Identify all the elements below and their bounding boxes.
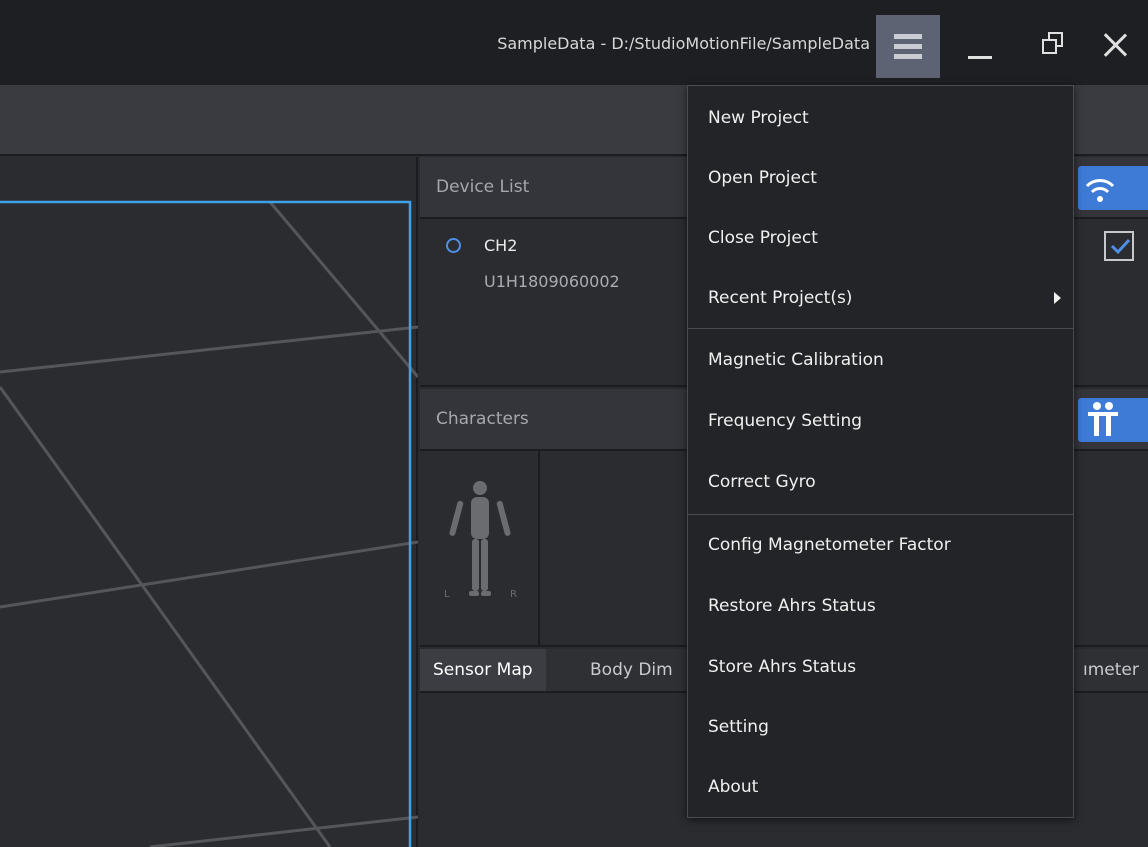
characters-icon — [1088, 402, 1118, 436]
window-title: SampleData - D:/StudioMotionFile/SampleD… — [497, 34, 870, 53]
menu-item-magnetic-calibration[interactable]: Magnetic Calibration — [688, 330, 1073, 390]
tab-magnetometer[interactable]: ımeter — [1070, 649, 1148, 691]
minimize-icon — [968, 56, 992, 59]
menu-item-setting[interactable]: Setting — [688, 697, 1073, 757]
title-bar: SampleData - D:/StudioMotionFile/SampleD… — [0, 0, 1148, 85]
tab-body-dimension[interactable]: Body Dim — [577, 649, 686, 691]
device-list-title: Device List — [436, 177, 530, 197]
menu-item-frequency-setting[interactable]: Frequency Setting — [688, 391, 1073, 451]
checkmark-icon — [1110, 238, 1131, 255]
minimize-button[interactable] — [962, 28, 998, 64]
device-name: CH2 — [484, 236, 518, 255]
characters-title: Characters — [436, 409, 529, 429]
menu-item-close-project[interactable]: Close Project — [688, 208, 1073, 268]
device-checkbox[interactable] — [1104, 231, 1134, 261]
device-id: U1H1809060002 — [484, 272, 620, 291]
restore-button[interactable] — [1036, 28, 1072, 64]
figure-right-label: R — [510, 589, 517, 600]
3d-viewport[interactable] — [0, 157, 418, 847]
menu-item-about[interactable]: About — [688, 757, 1073, 817]
menu-item-new-project[interactable]: New Project — [688, 88, 1073, 148]
main-menu-dropdown: New Project Open Project Close Project R… — [687, 85, 1074, 818]
menu-item-restore-ahrs-status[interactable]: Restore Ahrs Status — [688, 576, 1073, 636]
close-button[interactable] — [1098, 28, 1134, 64]
menu-separator — [688, 328, 1073, 329]
wifi-button[interactable] — [1078, 166, 1148, 210]
device-status-indicator[interactable] — [446, 238, 461, 253]
character-slot[interactable]: L R — [420, 451, 540, 647]
wifi-icon — [1085, 179, 1115, 202]
menu-item-recent-projects[interactable]: Recent Project(s) — [688, 268, 1073, 328]
characters-button[interactable] — [1078, 398, 1148, 442]
menu-item-open-project[interactable]: Open Project — [688, 148, 1073, 208]
viewport-grid — [0, 200, 418, 847]
figure-left-label: L — [444, 589, 450, 600]
human-figure-icon: L R — [444, 481, 517, 600]
menu-item-config-magnetometer-factor[interactable]: Config Magnetometer Factor — [688, 515, 1073, 575]
submenu-arrow-icon — [1054, 292, 1061, 304]
menu-item-store-ahrs-status[interactable]: Store Ahrs Status — [688, 637, 1073, 697]
menu-item-label: Recent Project(s) — [708, 288, 853, 308]
menu-item-correct-gyro[interactable]: Correct Gyro — [688, 452, 1073, 512]
tab-sensor-map[interactable]: Sensor Map — [420, 649, 546, 691]
main-menu-button[interactable] — [876, 15, 940, 78]
